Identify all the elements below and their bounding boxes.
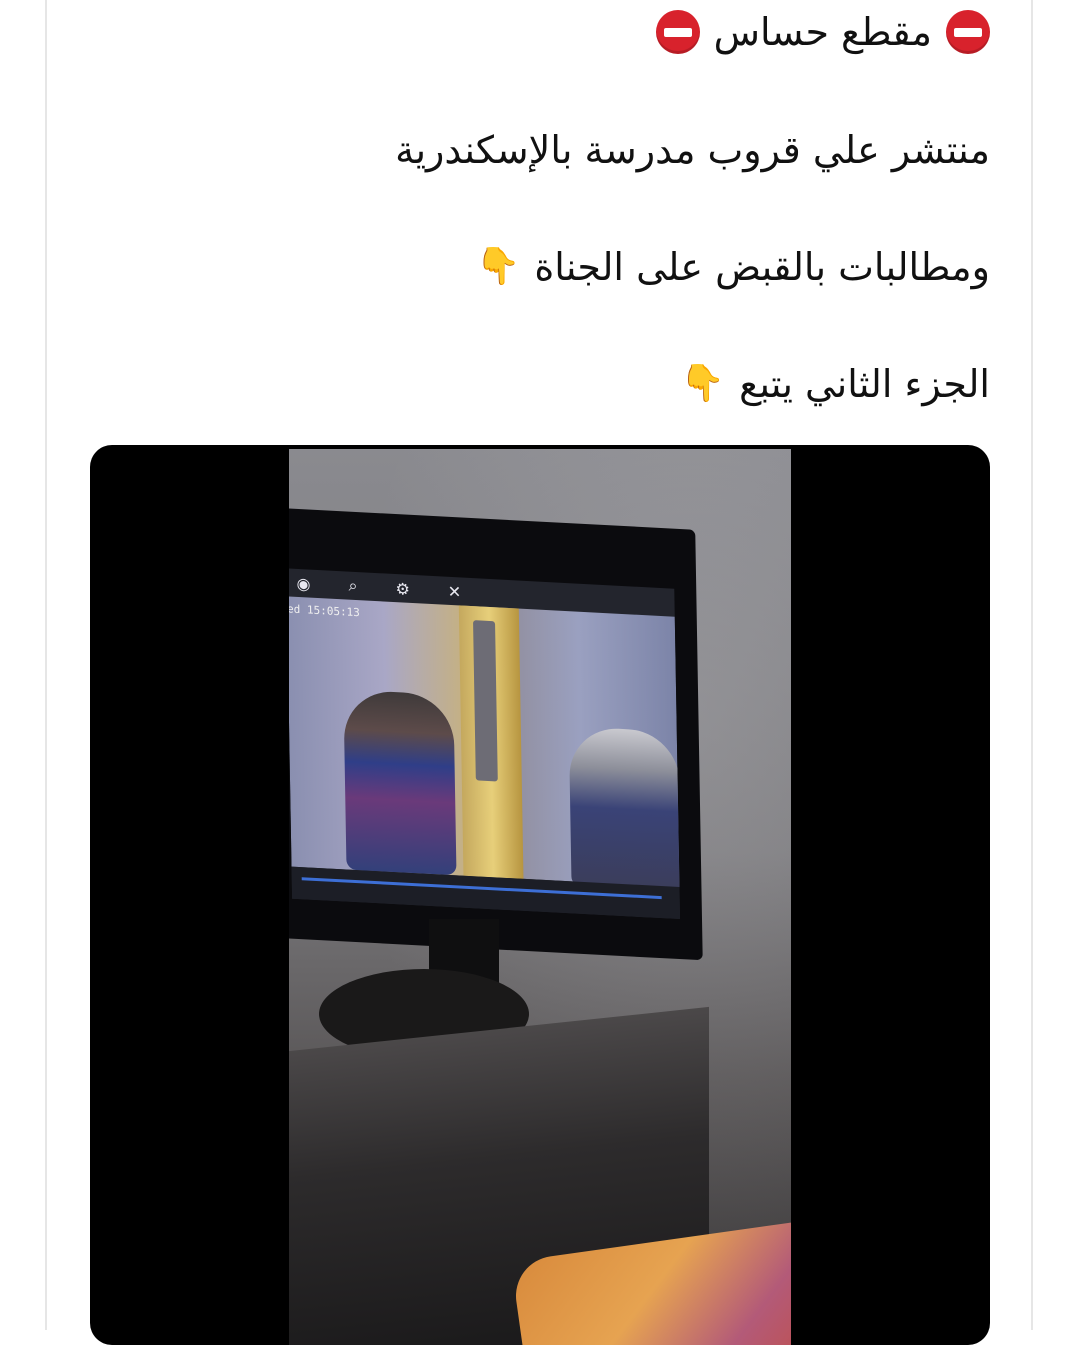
video-player[interactable]: ◉ ⌕ ⚙ ✕ ed 15:05:13 bbox=[90, 445, 990, 1345]
pointing-down-icon: 👇 bbox=[680, 363, 726, 404]
post-line-3: ومطالبات بالقبض على الجناة 👇 bbox=[476, 237, 990, 297]
post-line-2: منتشر علي قروب مدرسة بالإسكندرية bbox=[395, 120, 990, 180]
pointing-down-icon: 👇 bbox=[475, 246, 521, 287]
cctv-feed bbox=[289, 596, 681, 893]
gear-icon: ⚙ bbox=[395, 578, 410, 599]
tools-icon: ✕ bbox=[447, 581, 462, 602]
post-line-text: مقطع حساس bbox=[713, 10, 932, 54]
post-line-4: الجزء الثاني يتبع 👇 bbox=[680, 354, 990, 414]
post-line-text: منتشر علي قروب مدرسة بالإسكندرية bbox=[395, 128, 990, 172]
monitor: ◉ ⌕ ⚙ ✕ ed 15:05:13 bbox=[289, 507, 703, 961]
person-left bbox=[343, 689, 457, 876]
video-frame[interactable]: ◉ ⌕ ⚙ ✕ ed 15:05:13 bbox=[289, 449, 791, 1345]
no-entry-icon bbox=[946, 10, 990, 54]
no-entry-icon bbox=[655, 10, 700, 54]
post-line-text: ومطالبات بالقبض على الجناة bbox=[534, 245, 990, 289]
search-file-icon: ⌕ bbox=[348, 575, 358, 596]
post-line-text: الجزء الثاني يتبع bbox=[739, 362, 990, 406]
person-right bbox=[568, 726, 681, 893]
record-icon: ◉ bbox=[296, 573, 311, 594]
cctv-screen: ◉ ⌕ ⚙ ✕ ed 15:05:13 bbox=[289, 568, 681, 920]
elevator-panel bbox=[473, 620, 498, 782]
post-line-1: مقطع حساس bbox=[655, 2, 990, 62]
